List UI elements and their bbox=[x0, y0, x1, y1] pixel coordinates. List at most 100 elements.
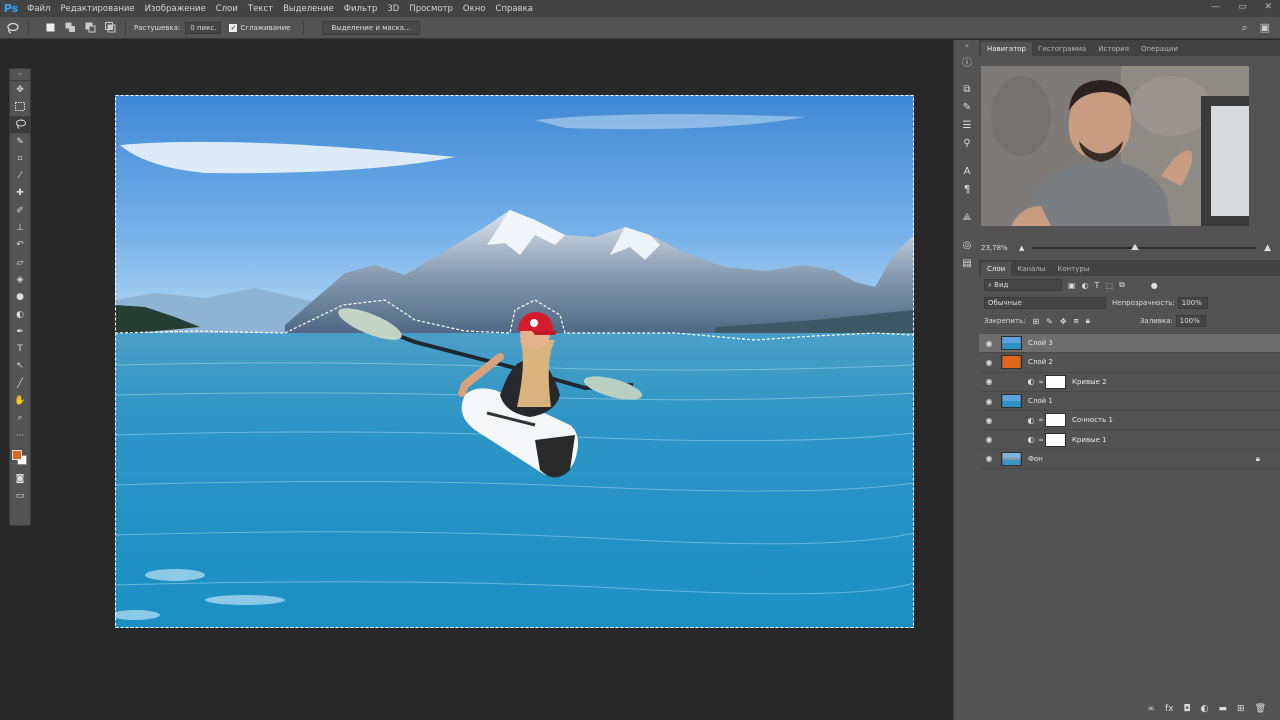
menu-file[interactable]: Файл bbox=[22, 4, 55, 14]
visibility-eye-icon[interactable]: ◉ bbox=[979, 358, 999, 367]
add-to-selection-icon[interactable] bbox=[63, 21, 77, 35]
new-adjustment-layer-icon[interactable]: ◐ bbox=[1201, 704, 1209, 714]
close-button[interactable]: ✕ bbox=[1264, 2, 1272, 12]
filter-shape-icon[interactable]: ⬚ bbox=[1105, 281, 1113, 290]
quick-mask-icon[interactable]: ◙ bbox=[10, 470, 30, 487]
visibility-eye-icon[interactable]: ◉ bbox=[979, 397, 999, 406]
fill-field[interactable]: 100% bbox=[1175, 315, 1206, 327]
marquee-tool-icon[interactable] bbox=[10, 98, 30, 115]
tab-channels[interactable]: Каналы bbox=[1011, 262, 1051, 276]
visibility-eye-icon[interactable]: ◉ bbox=[979, 339, 999, 348]
menu-3d[interactable]: 3D bbox=[382, 4, 404, 14]
menu-select[interactable]: Выделение bbox=[278, 4, 339, 14]
menu-window[interactable]: Окно bbox=[458, 4, 491, 14]
new-selection-icon[interactable] bbox=[43, 21, 57, 35]
zoom-in-icon[interactable]: ▲ bbox=[1264, 243, 1271, 253]
intersect-selection-icon[interactable] bbox=[103, 21, 117, 35]
lock-image-icon[interactable]: ✎ bbox=[1046, 317, 1053, 326]
menu-help[interactable]: Справка bbox=[491, 4, 538, 14]
tab-navigator[interactable]: Навигатор bbox=[981, 42, 1032, 56]
zoom-slider[interactable] bbox=[1032, 244, 1257, 250]
more-tools-icon[interactable]: ··· bbox=[10, 427, 30, 444]
foreground-color-swatch[interactable] bbox=[12, 450, 22, 461]
quick-selection-tool-icon[interactable]: ✎ bbox=[10, 133, 30, 150]
toolbox-grip[interactable]: » bbox=[10, 69, 30, 81]
visibility-eye-icon[interactable]: ◉ bbox=[979, 454, 999, 463]
brush-tool-icon[interactable]: ✐ bbox=[10, 202, 30, 219]
menu-edit[interactable]: Редактирование bbox=[55, 4, 139, 14]
menu-filter[interactable]: Фильтр bbox=[339, 4, 383, 14]
blur-tool-icon[interactable]: ● bbox=[10, 289, 30, 306]
lock-transparent-icon[interactable]: ⊞ bbox=[1032, 317, 1039, 326]
lasso-tool-icon[interactable] bbox=[10, 115, 30, 133]
pen-tool-icon[interactable]: ✒ bbox=[10, 323, 30, 340]
layer-row[interactable]: ◉ ◐ ∞ Кривые 2 bbox=[979, 373, 1280, 392]
kind-filter-select[interactable]: ⌕ Вид bbox=[984, 279, 1062, 291]
menu-layers[interactable]: Слои bbox=[211, 4, 243, 14]
filter-type-icon[interactable]: T bbox=[1095, 281, 1100, 290]
new-group-icon[interactable]: ▬ bbox=[1219, 704, 1228, 714]
layer-row[interactable]: ◉ Слой 2 bbox=[979, 353, 1280, 373]
layer-row[interactable]: ◉ ◐ ∞ Кривые 1 bbox=[979, 430, 1280, 450]
paragraph-icon[interactable]: ¶ bbox=[954, 180, 980, 198]
lock-all-icon[interactable]: 🔒︎ bbox=[1086, 316, 1090, 326]
feather-field[interactable]: 0 пикс. bbox=[185, 21, 222, 34]
menu-image[interactable]: Изображение bbox=[140, 4, 211, 14]
properties-icon[interactable]: ⟁ bbox=[954, 208, 980, 226]
hand-tool-icon[interactable]: ✋ bbox=[10, 392, 30, 409]
healing-brush-tool-icon[interactable]: ✚ bbox=[10, 185, 30, 202]
adjustments-icon[interactable]: ☰ bbox=[954, 116, 980, 134]
filter-adjustment-icon[interactable]: ◐ bbox=[1082, 281, 1089, 290]
layer-style-icon[interactable]: fx bbox=[1165, 704, 1174, 714]
layer-comps-icon[interactable]: ▤ bbox=[954, 254, 980, 272]
delete-layer-icon[interactable]: 🗑︎ bbox=[1255, 704, 1266, 714]
lock-position-icon[interactable]: ✥ bbox=[1060, 317, 1067, 326]
lasso-tool-icon[interactable] bbox=[6, 21, 20, 35]
antialias-checkbox[interactable]: ✓ bbox=[229, 23, 238, 32]
link-layers-icon[interactable]: ∞ bbox=[1148, 704, 1156, 714]
tool-presets-icon[interactable]: ⚲ bbox=[954, 134, 980, 152]
channels-icon[interactable]: ◎ bbox=[954, 236, 980, 254]
screen-mode-icon[interactable]: ▭ bbox=[10, 488, 30, 505]
layer-row[interactable]: ◉ ◐ ∞ Сочность 1 bbox=[979, 411, 1280, 431]
visibility-eye-icon[interactable]: ◉ bbox=[979, 416, 999, 425]
select-and-mask-button[interactable]: Выделение и маска... bbox=[322, 20, 420, 35]
color-swatches[interactable] bbox=[10, 444, 30, 470]
tab-actions[interactable]: Операции bbox=[1135, 42, 1184, 56]
crop-tool-icon[interactable]: ⌗ bbox=[10, 150, 30, 167]
tab-paths[interactable]: Контуры bbox=[1051, 262, 1095, 276]
line-tool-icon[interactable]: ╱ bbox=[10, 375, 30, 392]
minimize-button[interactable]: — bbox=[1211, 2, 1220, 12]
gradient-tool-icon[interactable]: ◈ bbox=[10, 271, 30, 288]
link-icon[interactable]: ∞ bbox=[1037, 436, 1045, 444]
type-tool-icon[interactable]: T bbox=[10, 340, 30, 357]
zoom-out-icon[interactable]: ▲ bbox=[1019, 244, 1024, 252]
menu-type[interactable]: Текст bbox=[243, 4, 278, 14]
subtract-from-selection-icon[interactable] bbox=[83, 21, 97, 35]
clone-source-icon[interactable]: ⧉ bbox=[954, 80, 980, 98]
tab-layers[interactable]: Слои bbox=[981, 262, 1012, 276]
new-layer-icon[interactable]: ⊞ bbox=[1237, 704, 1245, 714]
history-brush-tool-icon[interactable]: ↶ bbox=[10, 237, 30, 254]
dodge-tool-icon[interactable]: ◐ bbox=[10, 306, 30, 323]
workspace-icon[interactable]: ▣ bbox=[1260, 21, 1270, 35]
collapse-panels-icon[interactable]: » bbox=[954, 40, 980, 52]
info-icon[interactable]: ⓘ bbox=[954, 52, 980, 70]
zoom-tool-icon[interactable]: ⌕ bbox=[10, 410, 30, 427]
visibility-eye-icon[interactable]: ◉ bbox=[979, 435, 999, 444]
layer-row[interactable]: ◉ Фон 🔒︎ bbox=[979, 450, 1280, 470]
link-icon[interactable]: ∞ bbox=[1037, 378, 1045, 386]
clone-stamp-tool-icon[interactable]: ⊥ bbox=[10, 219, 30, 236]
opacity-field[interactable]: 100% bbox=[1177, 297, 1208, 309]
eraser-tool-icon[interactable]: ▱ bbox=[10, 254, 30, 271]
zoom-level[interactable]: 23,78% bbox=[981, 244, 1019, 252]
character-icon[interactable]: A bbox=[954, 162, 980, 180]
document-image[interactable] bbox=[115, 95, 914, 628]
move-tool-icon[interactable]: ✥ bbox=[10, 81, 30, 98]
lock-artboard-icon[interactable]: ⧈ bbox=[1074, 316, 1079, 326]
menu-view[interactable]: Просмотр bbox=[404, 4, 458, 14]
brushes-icon[interactable]: ✎ bbox=[954, 98, 980, 116]
filter-smart-object-icon[interactable]: ⧉ bbox=[1119, 280, 1125, 290]
visibility-eye-icon[interactable]: ◉ bbox=[979, 377, 999, 386]
filter-pixel-icon[interactable]: ▣ bbox=[1068, 281, 1076, 290]
